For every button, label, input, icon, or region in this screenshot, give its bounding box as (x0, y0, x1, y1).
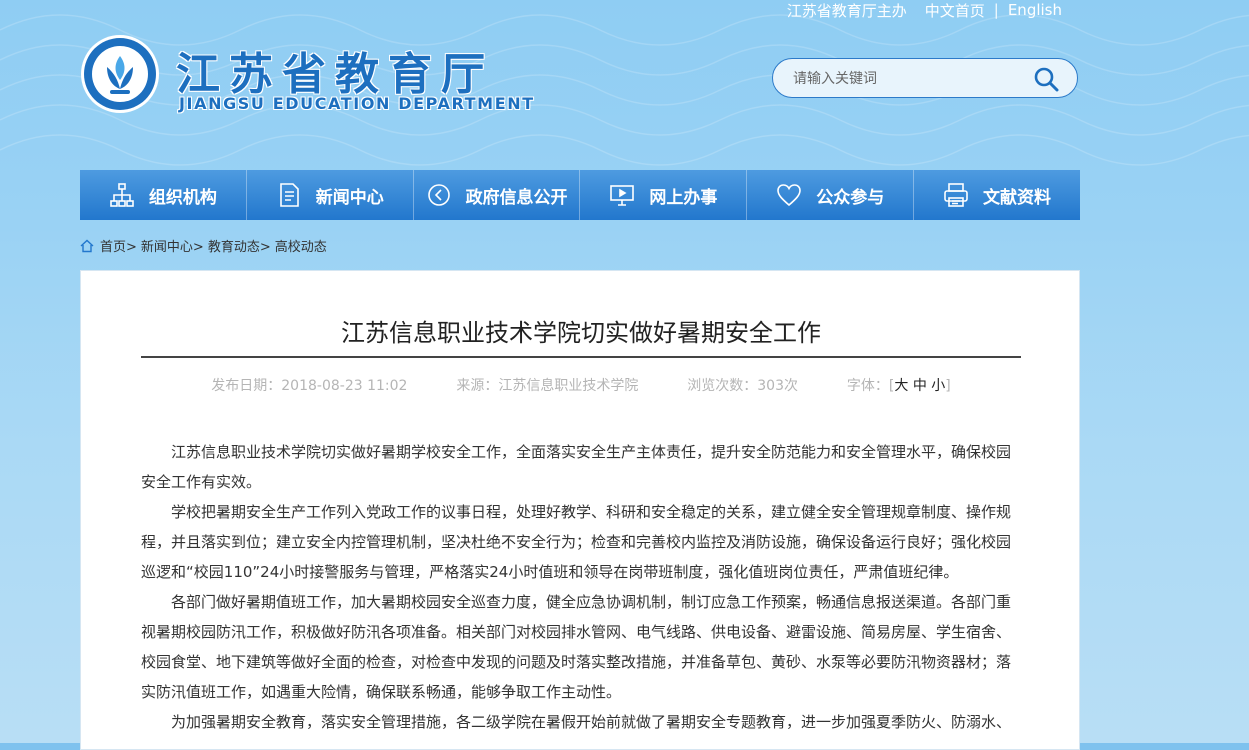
font-size-label: 字体： (846, 378, 889, 394)
nav-label-gov-info: 政府信息公开 (465, 187, 568, 208)
article-paragraph: 各部门做好暑期值班工作，加大暑期校园安全巡查力度，健全应急协调机制，制订应急工作… (141, 593, 1012, 701)
nav-label-public: 公众参与 (816, 187, 885, 208)
top-links-separator: | (993, 1, 999, 19)
views-label: 浏览次数： (687, 378, 758, 394)
breadcrumb-edu[interactable]: 教育动态> (208, 236, 271, 255)
site-title-cn[interactable]: 江苏省教育厅 (176, 38, 494, 102)
article-source: 江苏信息职业技术学院 (498, 378, 639, 394)
home-icon (80, 239, 94, 252)
article-paragraph: 学校把暑期安全生产工作列入党政工作的议事日程，处理好教学、科研和安全稳定的关系，… (141, 503, 1012, 581)
printer-icon (944, 183, 968, 207)
article-meta: 发布日期：2018-08-23 11:02 来源：江苏信息职业技术学院 浏览次数… (81, 375, 1081, 395)
monitor-icon (610, 185, 635, 206)
nav-item-news[interactable]: 新闻中心 (247, 170, 414, 220)
breadcrumb-current[interactable]: 高校动态 (275, 236, 327, 255)
main-nav: 组织机构 新闻中心 政府信息公开 网上办事 公众参与 文献资料 (80, 170, 1080, 220)
site-title-en[interactable]: JIANGSU EDUCATION DEPARTMENT (179, 94, 535, 113)
article-body: 江苏信息职业技术学院切实做好暑期学校安全工作，全面落实安全生产主体责任，提升安全… (141, 437, 1011, 737)
nav-item-online[interactable]: 网上办事 (580, 170, 748, 220)
article-panel: 江苏信息职业技术学院切实做好暑期安全工作 发布日期：2018-08-23 11:… (80, 270, 1080, 750)
search-box (772, 58, 1078, 98)
org-chart-icon (110, 183, 134, 207)
arrow-circle-icon (427, 184, 450, 206)
article-paragraph: 为加强暑期安全教育，落实安全管理措施，各二级学院在暑假开始前就做了暑期安全专题教… (171, 713, 1012, 731)
heart-icon (777, 184, 802, 207)
breadcrumb-news[interactable]: 新闻中心> (141, 236, 204, 255)
document-icon (279, 183, 299, 207)
top-links: 江苏省教育厅主办 中文首页 | English (778, 0, 1071, 20)
date-label: 发布日期： (211, 378, 282, 394)
nav-label-news: 新闻中心 (315, 187, 384, 208)
search-icon[interactable] (1033, 66, 1059, 92)
source-label: 来源： (456, 378, 499, 394)
breadcrumb-home[interactable]: 首页> (100, 236, 137, 255)
font-size-large[interactable]: 大 (894, 378, 908, 394)
home-cn-link[interactable]: 中文首页 (916, 0, 994, 21)
nav-label-online: 网上办事 (649, 187, 718, 208)
nav-item-org[interactable]: 组织机构 (80, 170, 247, 220)
sponsor-link[interactable]: 江苏省教育厅主办 (778, 0, 916, 21)
nav-label-docs: 文献资料 (983, 187, 1052, 208)
department-emblem-icon[interactable] (80, 34, 160, 114)
article-paragraph: 江苏信息职业技术学院切实做好暑期学校安全工作，全面落实安全生产主体责任，提升安全… (141, 443, 1012, 491)
nav-item-gov-info[interactable]: 政府信息公开 (414, 170, 581, 220)
font-size-medium[interactable]: 中 (913, 378, 927, 394)
english-link[interactable]: English (999, 1, 1071, 19)
nav-label-org: 组织机构 (148, 187, 217, 208)
nav-item-public[interactable]: 公众参与 (747, 170, 915, 220)
publish-date: 2018-08-23 11:02 (281, 378, 408, 394)
font-bracket-close: ] (945, 378, 951, 394)
search-input[interactable] (791, 68, 1025, 90)
nav-item-docs[interactable]: 文献资料 (914, 170, 1080, 220)
title-divider (141, 356, 1021, 358)
view-count: 303次 (757, 378, 798, 394)
font-size-small[interactable]: 小 (931, 378, 945, 394)
article-title: 江苏信息职业技术学院切实做好暑期安全工作 (341, 319, 821, 347)
breadcrumb: 首页> 新闻中心> 教育动态> 高校动态 (80, 236, 327, 255)
